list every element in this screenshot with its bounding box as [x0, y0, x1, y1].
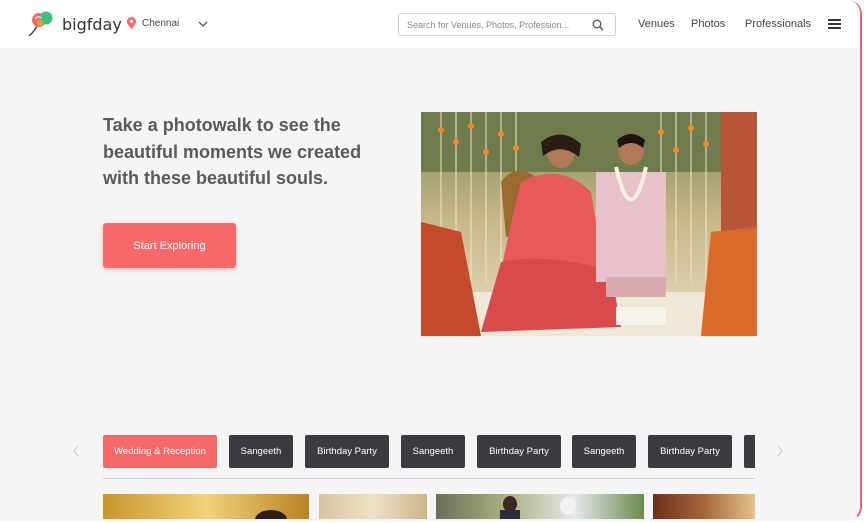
category-chip[interactable]: Sangeeth — [229, 435, 293, 468]
city-label: Chennai — [142, 17, 180, 29]
nav-venues[interactable]: Venues — [638, 18, 675, 30]
search-box — [398, 13, 616, 36]
category-chip[interactable]: Sangeeth — [572, 435, 636, 468]
gallery-thumbnail[interactable] — [436, 494, 644, 519]
category-chip-partial[interactable] — [744, 435, 755, 468]
gallery-thumbnail[interactable] — [319, 494, 427, 519]
gallery-thumbnail[interactable] — [103, 494, 309, 519]
app-frame: bigfday Chennai Venues Photos Profession… — [0, 0, 862, 521]
brand-logo[interactable]: bigfday — [26, 10, 122, 38]
hero-title: Take a photowalk to see the beautiful mo… — [103, 112, 403, 192]
gallery-thumbnail[interactable] — [653, 494, 755, 519]
category-chip[interactable]: Wedding & Reception — [103, 435, 217, 468]
carousel-prev-icon[interactable] — [72, 445, 80, 457]
nav-professionals[interactable]: Professionals — [745, 18, 811, 30]
hero-wedding-photo — [421, 112, 757, 336]
nav-photos[interactable]: Photos — [691, 18, 725, 30]
category-chip[interactable]: Birthday Party — [648, 435, 732, 468]
search-input[interactable] — [407, 17, 587, 32]
chevron-down-icon[interactable] — [197, 19, 209, 29]
balloon-logo-icon — [28, 11, 53, 37]
category-chip[interactable]: Sangeeth — [401, 435, 465, 468]
thumbnail-image — [500, 496, 576, 519]
hero-line: with these beautiful souls. — [103, 168, 329, 188]
section-divider — [103, 478, 755, 479]
start-exploring-button[interactable]: Start Exploring — [103, 223, 236, 268]
city-selector[interactable]: Chennai — [127, 17, 179, 29]
hero-line: Take a photowalk to see the — [103, 115, 341, 135]
wedding-couple-image — [421, 112, 757, 336]
location-pin-icon — [127, 17, 136, 29]
hero-line: beautiful moments we created — [103, 141, 362, 162]
category-chip[interactable]: Birthday Party — [477, 435, 561, 468]
thumbnail-image — [255, 510, 287, 519]
category-carousel: Wedding & Reception Sangeeth Birthday Pa… — [103, 435, 755, 468]
category-chip[interactable]: Birthday Party — [305, 435, 389, 468]
search-icon[interactable] — [592, 19, 604, 31]
carousel-next-icon[interactable] — [776, 445, 784, 457]
top-header: bigfday Chennai Venues Photos Profession… — [0, 0, 860, 48]
hamburger-menu-icon[interactable] — [828, 18, 841, 30]
brand-name: bigfday — [62, 14, 122, 34]
